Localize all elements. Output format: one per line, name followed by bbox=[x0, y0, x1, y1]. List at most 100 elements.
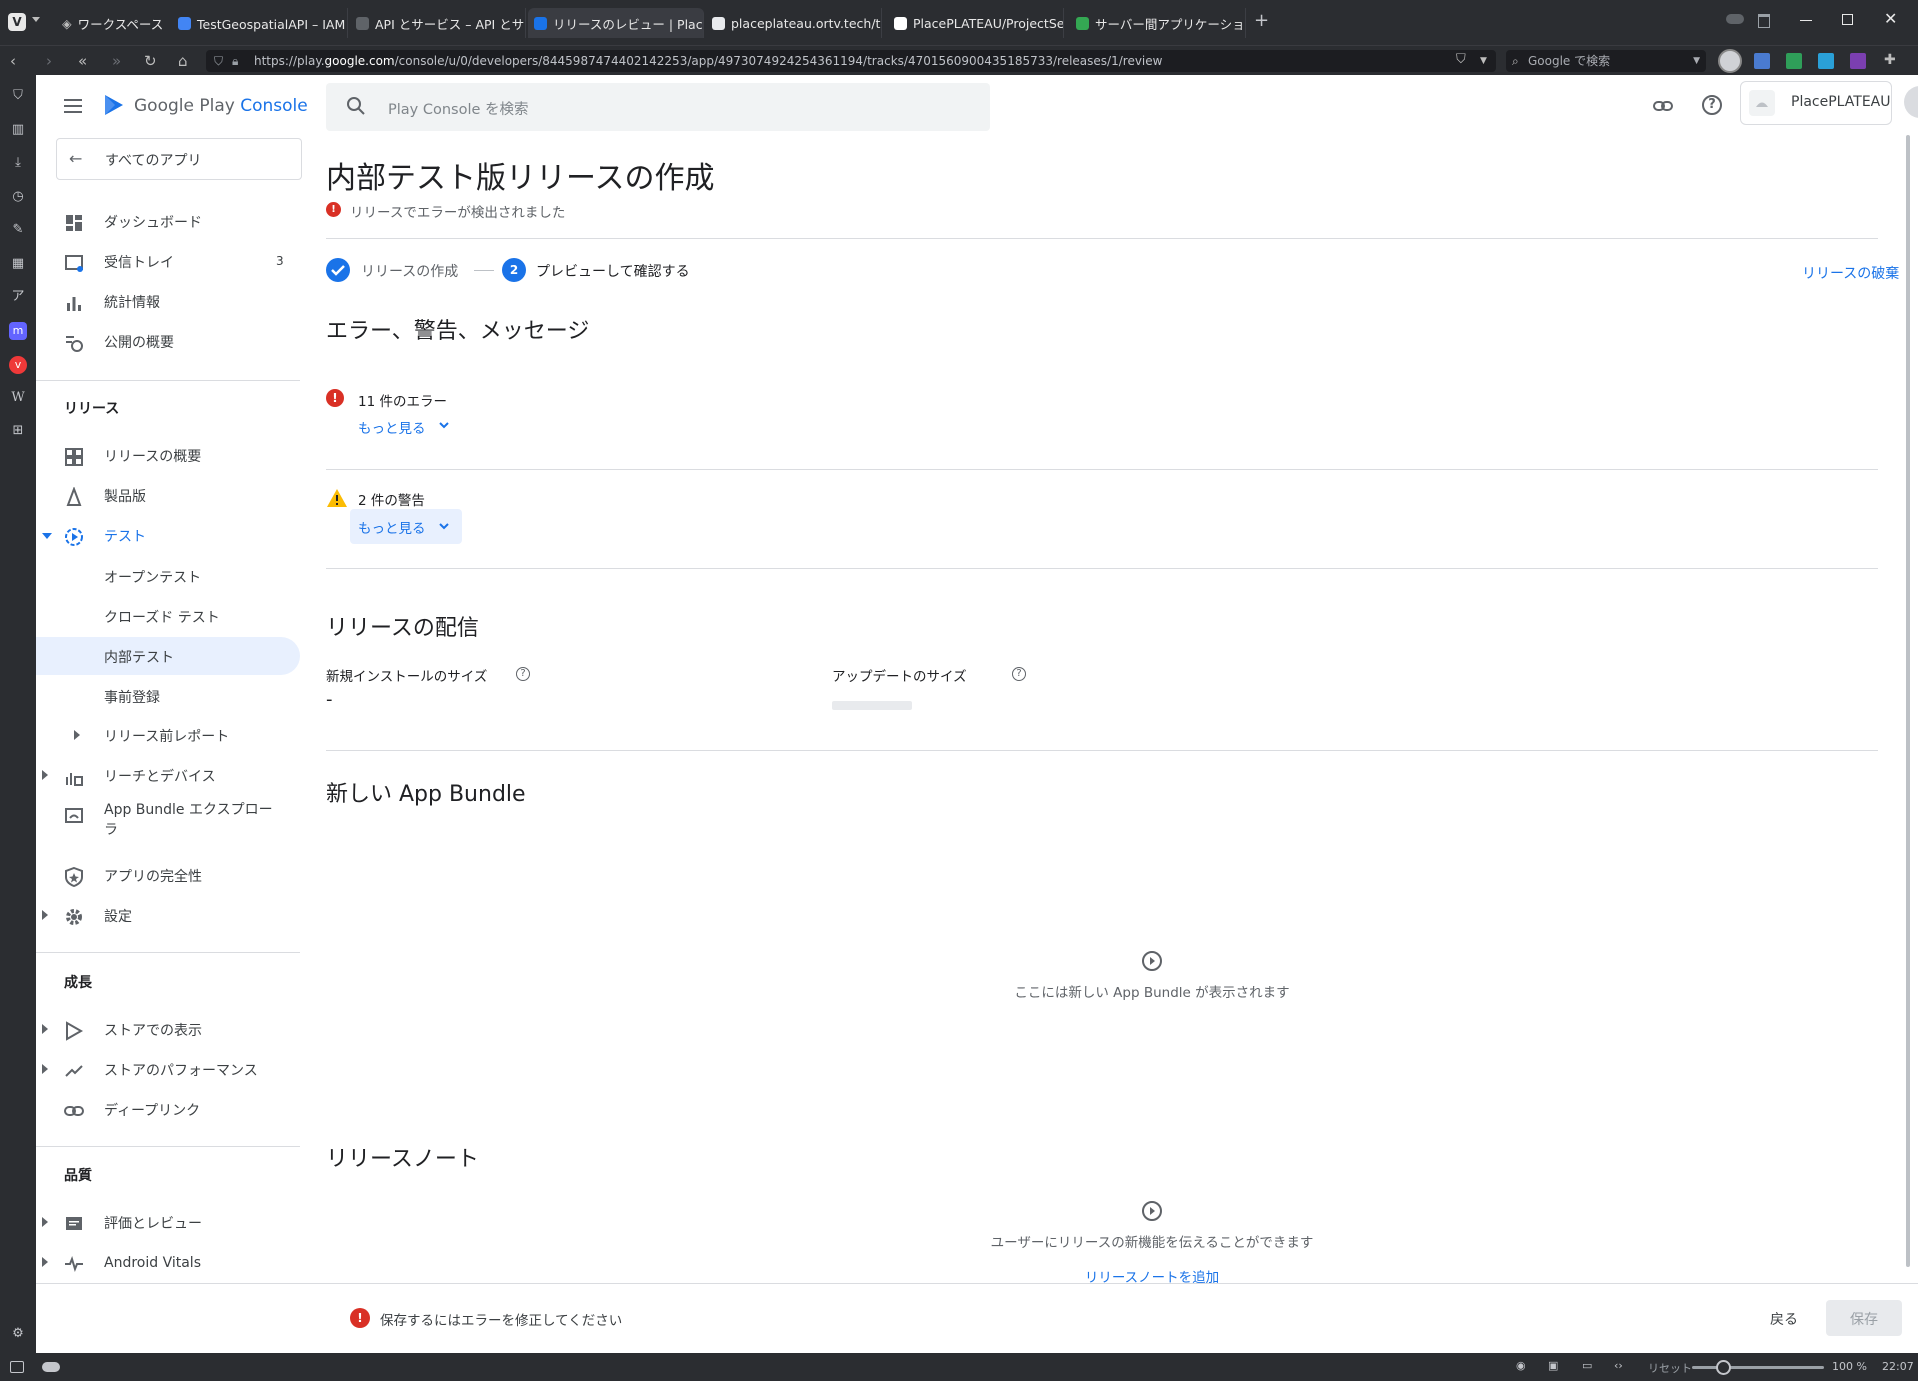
calendar-icon[interactable]: ▦ bbox=[9, 255, 27, 273]
sidebar-item-production[interactable]: 製品版 bbox=[36, 477, 300, 515]
rewind-icon[interactable]: « bbox=[78, 52, 87, 70]
code-icon[interactable]: ‹› bbox=[1614, 1359, 1623, 1372]
sidebar-item[interactable]: 統計情報 bbox=[36, 283, 300, 321]
back-icon[interactable]: ‹ bbox=[10, 52, 16, 70]
bookmarks-panel-icon[interactable]: ⛉ bbox=[9, 87, 27, 105]
extension-puzzle-icon[interactable]: ✚ bbox=[1884, 52, 1896, 68]
capture-icon[interactable]: ◉ bbox=[1516, 1359, 1526, 1372]
chevron-right-icon[interactable] bbox=[42, 1024, 48, 1034]
warnings-show-more-button[interactable]: もっと見る bbox=[350, 509, 462, 544]
console-search-field[interactable]: Play Console を検索 bbox=[326, 83, 990, 131]
browser-tab[interactable]: サーバー間アプリケーションに OAuth bbox=[1070, 8, 1246, 38]
chevron-down-icon[interactable]: ▼ bbox=[1480, 56, 1487, 66]
settings-gear-icon[interactable]: ⚙ bbox=[9, 1325, 27, 1343]
sidebar-item-release-overview[interactable]: リリースの概要 bbox=[36, 437, 300, 475]
help-icon[interactable]: ? bbox=[516, 667, 530, 681]
zoom-slider-handle[interactable] bbox=[1716, 1360, 1731, 1375]
chevron-right-icon[interactable] bbox=[42, 770, 48, 780]
zoom-reset-label[interactable]: リセット bbox=[1648, 1360, 1692, 1376]
notes-icon[interactable]: ✎ bbox=[9, 221, 27, 239]
sidebar-item-store-performance[interactable]: ストアのパフォーマンス bbox=[36, 1051, 300, 1089]
reload-icon[interactable]: ↻ bbox=[144, 52, 157, 70]
workspace-button[interactable]: ◈ ワークスペース ▼ bbox=[56, 8, 168, 38]
profile-avatar[interactable] bbox=[1718, 49, 1742, 73]
nav-subitem[interactable]: オープンテスト bbox=[36, 557, 300, 595]
sidebar-item-ratings-reviews[interactable]: 評価とレビュー bbox=[36, 1204, 300, 1242]
cloud-sync-icon[interactable] bbox=[42, 1362, 60, 1372]
vivaldi-icon[interactable]: v bbox=[9, 356, 27, 374]
save-button[interactable]: 保存 bbox=[1826, 1300, 1902, 1336]
console-logo[interactable]: Google Play Console bbox=[134, 96, 308, 116]
sidebar-item-reach-devices[interactable]: リーチとデバイス bbox=[36, 757, 300, 795]
tiling-icon[interactable]: ▭ bbox=[1582, 1359, 1592, 1372]
page-scrollbar[interactable] bbox=[1906, 135, 1910, 1267]
image-icon[interactable]: ▣ bbox=[1548, 1359, 1558, 1372]
browser-tab[interactable]: placeplateau.ortv.tech/token bbox=[706, 8, 882, 38]
translate-extension-icon[interactable] bbox=[1754, 53, 1770, 69]
vitals-icon bbox=[64, 1254, 84, 1274]
nav-subitem[interactable]: 事前登録 bbox=[36, 677, 300, 715]
home-icon[interactable]: ⌂ bbox=[178, 52, 188, 70]
user-avatar[interactable] bbox=[1904, 86, 1918, 118]
extension-icon[interactable] bbox=[1818, 53, 1834, 69]
browser-tab[interactable]: リリースのレビュー | PlacePLATEAU bbox=[528, 8, 704, 38]
panel-toggle-icon[interactable] bbox=[10, 1361, 24, 1373]
sidebar-item-android-vitals[interactable]: Android Vitals bbox=[36, 1244, 300, 1282]
vivaldi-menu-icon[interactable]: V bbox=[8, 13, 26, 31]
chevron-right-icon[interactable] bbox=[74, 730, 80, 740]
chevron-right-icon[interactable] bbox=[42, 1217, 48, 1227]
account-switcher[interactable]: PlacePLATEAU bbox=[1740, 81, 1892, 125]
close-window-button[interactable]: ✕ bbox=[1884, 9, 1897, 28]
discard-release-link[interactable]: リリースの破棄 bbox=[1802, 263, 1899, 283]
onenote-extension-icon[interactable] bbox=[1850, 53, 1866, 69]
step-1-label[interactable]: リリースの作成 bbox=[361, 261, 458, 281]
downloads-icon[interactable]: ⤓ bbox=[9, 154, 27, 172]
sidebar-item-app-integrity[interactable]: アプリの完全性 bbox=[36, 857, 300, 895]
nav-subitem[interactable]: 内部テスト bbox=[36, 637, 300, 675]
nav-subitem[interactable]: クローズド テスト bbox=[36, 597, 300, 635]
sidebar-item-bundle-explorer[interactable]: App Bundle エクスプローラ bbox=[36, 795, 300, 843]
mastodon-icon[interactable]: m bbox=[9, 322, 27, 340]
sidebar-item-store-presence[interactable]: ストアでの表示 bbox=[36, 1011, 300, 1049]
chevron-right-icon[interactable] bbox=[42, 910, 48, 920]
help-icon[interactable]: ? bbox=[1012, 667, 1026, 681]
new-tab-button[interactable]: + bbox=[1254, 12, 1269, 30]
browser-tab[interactable]: PlacePLATEAU/ProjectSetting bbox=[888, 8, 1064, 38]
history-icon[interactable]: ◷ bbox=[9, 188, 27, 206]
reading-list-icon[interactable]: ▥ bbox=[9, 121, 27, 139]
sidebar-item[interactable]: 公開の概要 bbox=[36, 323, 300, 361]
web-search-field[interactable]: ⌕ Google で検索 ▼ bbox=[1506, 50, 1706, 72]
translate-icon[interactable]: ア bbox=[9, 288, 27, 306]
errors-show-more-button[interactable]: もっと見る bbox=[352, 409, 456, 443]
chevron-right-icon[interactable] bbox=[42, 1257, 48, 1267]
chevron-down-icon[interactable] bbox=[32, 17, 40, 22]
sidebar-item[interactable]: 受信トレイ 3 bbox=[36, 243, 300, 281]
trash-icon[interactable] bbox=[1758, 14, 1770, 28]
sidebar-item-settings[interactable]: 設定 bbox=[36, 897, 300, 935]
add-panel-icon[interactable]: ⊞ bbox=[9, 422, 27, 440]
minimize-button[interactable] bbox=[1800, 20, 1812, 21]
nav-item-label: ストアのパフォーマンス bbox=[104, 1063, 258, 1079]
fast-forward-icon[interactable]: » bbox=[112, 52, 121, 70]
zoom-slider[interactable] bbox=[1692, 1360, 1824, 1375]
sidebar-item-deep-links[interactable]: ディープリンク bbox=[36, 1091, 300, 1129]
sidebar-item[interactable]: ダッシュボード bbox=[36, 203, 300, 241]
sidebar-item-testing[interactable]: テスト bbox=[36, 517, 300, 555]
url-field[interactable]: ⛉ 🔒︎ https://play.google.com/console/u/0… bbox=[206, 50, 1496, 72]
chevron-right-icon[interactable] bbox=[42, 1064, 48, 1074]
back-button[interactable]: 戻る bbox=[1756, 1300, 1816, 1336]
help-icon[interactable]: ? bbox=[1702, 95, 1722, 115]
forward-icon[interactable]: › bbox=[46, 52, 52, 70]
link-icon[interactable] bbox=[1652, 95, 1674, 117]
error-icon: ! bbox=[350, 1308, 370, 1328]
all-apps-button[interactable]: ← すべてのアプリ bbox=[56, 138, 302, 180]
maximize-button[interactable] bbox=[1842, 14, 1853, 25]
chevron-down-icon[interactable] bbox=[42, 533, 52, 539]
browser-tab[interactable]: TestGeospatialAPI – IAM と管 bbox=[172, 8, 348, 38]
sidebar-item-pre-launch-report[interactable]: リリース前レポート bbox=[36, 717, 300, 755]
browser-tab[interactable]: API とサービス – API とサービス bbox=[350, 8, 526, 38]
hamburger-menu-icon[interactable] bbox=[64, 99, 82, 113]
bookmark-icon[interactable]: ⛉ bbox=[1456, 52, 1466, 67]
extension-icon[interactable] bbox=[1786, 53, 1802, 69]
wikipedia-icon[interactable]: W bbox=[9, 389, 27, 407]
